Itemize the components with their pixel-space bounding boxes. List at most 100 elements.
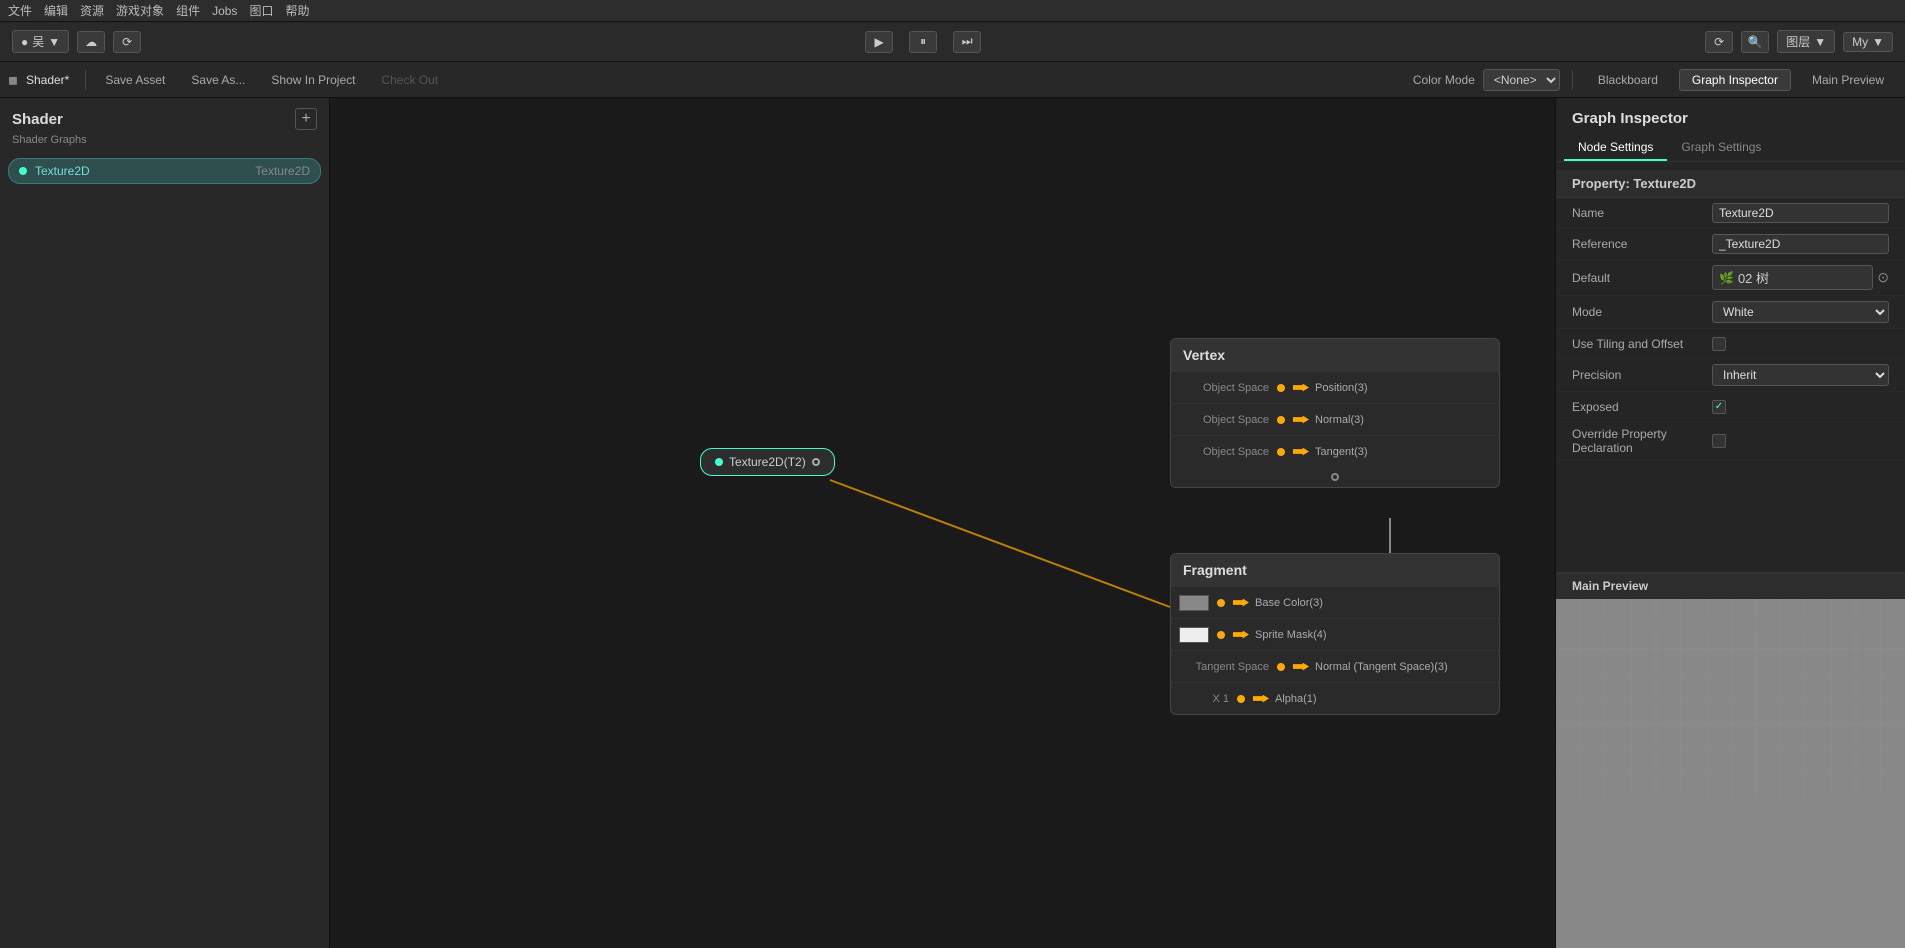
prop-label-name: Name	[1572, 206, 1712, 220]
texture2d-node[interactable]: Texture2D(T2)	[700, 448, 835, 476]
menu-item-file[interactable]: 文件	[8, 2, 32, 19]
graph-inspector-tab-button[interactable]: Graph Inspector	[1679, 69, 1791, 91]
titlebar-center: ▶ ⏸ ⏭	[865, 31, 981, 53]
row-space-label-2: Object Space	[1179, 446, 1269, 458]
canvas-svg	[330, 98, 1555, 948]
frow-name-1: Sprite Mask(4)	[1255, 629, 1327, 641]
undo-button[interactable]: ⟳	[1705, 31, 1733, 53]
prop-row-default: Default 🌿 02 树 ⊙	[1556, 260, 1905, 296]
row-name-0: Position(3)	[1315, 382, 1368, 394]
node-settings-tab[interactable]: Node Settings	[1564, 135, 1667, 161]
layout-dropdown[interactable]: My ▼	[1843, 32, 1893, 52]
menu-item-edit[interactable]: 编辑	[44, 2, 68, 19]
color-mode-select[interactable]: <None>	[1483, 69, 1560, 91]
save-as-button[interactable]: Save As...	[180, 69, 256, 91]
shader-icon: ◼	[8, 73, 18, 87]
prop-input-name[interactable]	[1712, 203, 1889, 223]
frow-name-0: Base Color(3)	[1255, 597, 1323, 609]
row-color-box-1	[1179, 627, 1209, 643]
step-icon: ⏭	[962, 34, 973, 49]
prop-label-tiling: Use Tiling and Offset	[1572, 337, 1712, 351]
row-space-label-1: Object Space	[1179, 414, 1269, 426]
prop-checkbox-tiling[interactable]	[1712, 337, 1726, 351]
layers-chevron: ▼	[1814, 35, 1826, 49]
layers-label: 图层	[1786, 33, 1810, 50]
graph-settings-tab[interactable]: Graph Settings	[1667, 135, 1775, 161]
prop-label-override: Override Property Declaration	[1572, 427, 1712, 455]
row-name-1: Normal(3)	[1315, 414, 1364, 426]
frow-name-2: Normal (Tangent Space)(3)	[1315, 661, 1448, 673]
right-panel: Graph Inspector Node Settings Graph Sett…	[1555, 98, 1905, 948]
user-button[interactable]: ● 吴 ▼	[12, 30, 69, 53]
arrow-2	[1293, 448, 1309, 456]
frow-space-label-3: X 1	[1179, 693, 1229, 705]
shader-toolbar: ◼ Shader* Save Asset Save As... Show In …	[0, 62, 1905, 98]
shader-item-type: Texture2D	[255, 164, 310, 178]
rpanel-content: Property: Texture2D Name Reference Defau…	[1556, 162, 1905, 572]
node-right-dot	[812, 458, 820, 466]
prop-select-precision[interactable]: Inherit	[1713, 365, 1888, 385]
property-title: Property: Texture2D	[1556, 170, 1905, 198]
menu-item-window[interactable]: 图口	[249, 2, 273, 19]
prop-input-reference[interactable]	[1712, 234, 1889, 254]
left-panel-header: Shader +	[0, 98, 329, 134]
play-icon: ▶	[875, 35, 884, 49]
preview-grid	[1556, 599, 1905, 799]
menu-item-gameobject[interactable]: 游戏对象	[116, 2, 164, 19]
menu-item-jobs[interactable]: Jobs	[212, 4, 237, 18]
main-preview-tab-button[interactable]: Main Preview	[1799, 69, 1897, 91]
save-asset-button[interactable]: Save Asset	[94, 69, 176, 91]
prop-label-exposed: Exposed	[1572, 400, 1712, 414]
asset-icon: 🌿	[1719, 271, 1734, 285]
main-preview-section: Main Preview	[1556, 572, 1905, 948]
layout-chevron: ▼	[1872, 35, 1884, 49]
pause-icon: ⏸	[920, 34, 926, 49]
history-icon: ⟳	[122, 35, 132, 49]
blackboard-tab-button[interactable]: Blackboard	[1585, 69, 1671, 91]
prop-select-mode[interactable]: White	[1713, 302, 1888, 322]
prop-value-name	[1712, 203, 1889, 223]
cloud-button[interactable]: ☁	[77, 31, 105, 53]
frow-connector-0	[1217, 599, 1225, 607]
step-button[interactable]: ⏭	[953, 31, 981, 53]
show-in-project-button[interactable]: Show In Project	[260, 69, 366, 91]
history-button[interactable]: ⟳	[113, 31, 141, 53]
farrow-3	[1253, 695, 1269, 703]
menu-item-component[interactable]: 组件	[176, 2, 200, 19]
left-panel: Shader + Shader Graphs Texture2D Texture…	[0, 98, 330, 948]
menu-item-assets[interactable]: 资源	[80, 2, 104, 19]
prop-row-override: Override Property Declaration	[1556, 422, 1905, 461]
asset-label: 02 树	[1738, 268, 1769, 287]
menu-item-help[interactable]: 帮助	[285, 2, 309, 19]
prop-select-mode-wrapper: White	[1712, 301, 1889, 323]
vertex-node: Vertex Object Space Position(3) Object S…	[1170, 338, 1500, 488]
search-button[interactable]: 🔍	[1741, 31, 1769, 53]
user-chevron: ▼	[48, 35, 60, 49]
prop-row-reference: Reference	[1556, 229, 1905, 260]
canvas-area[interactable]: Texture2D(T2) Vertex Object Space Positi…	[330, 98, 1555, 948]
fragment-row-spritemask: Sprite Mask(4)	[1171, 618, 1499, 650]
prop-checkbox-exposed[interactable]	[1712, 400, 1726, 414]
bottom-connector	[1331, 473, 1339, 481]
left-panel-subtitle: Shader Graphs	[0, 134, 329, 154]
main-preview-canvas	[1556, 599, 1905, 948]
prop-checkbox-override[interactable]	[1712, 434, 1726, 448]
asset-picker-button[interactable]: ⊙	[1877, 269, 1889, 286]
arrow-0	[1293, 384, 1309, 392]
farrow-0	[1233, 599, 1249, 607]
row-connector-1	[1277, 416, 1285, 424]
play-button[interactable]: ▶	[865, 31, 893, 53]
layers-dropdown[interactable]: 图层 ▼	[1777, 30, 1835, 53]
fragment-row-basecolor: Base Color(3)	[1171, 586, 1499, 618]
add-shader-button[interactable]: +	[295, 108, 317, 130]
row-connector-2	[1277, 448, 1285, 456]
titlebar-left: ● 吴 ▼ ☁ ⟳	[12, 30, 141, 53]
frow-connector-3	[1237, 695, 1245, 703]
fragment-row-normal: Tangent Space Normal (Tangent Space)(3)	[1171, 650, 1499, 682]
shader-item-texture2d[interactable]: Texture2D Texture2D	[8, 158, 321, 184]
arrow-1	[1293, 416, 1309, 424]
shader-title: Shader*	[26, 73, 69, 87]
vertex-row-position: Object Space Position(3)	[1171, 371, 1499, 403]
prop-asset-default[interactable]: 🌿 02 树	[1712, 265, 1873, 290]
pause-button[interactable]: ⏸	[909, 31, 937, 53]
